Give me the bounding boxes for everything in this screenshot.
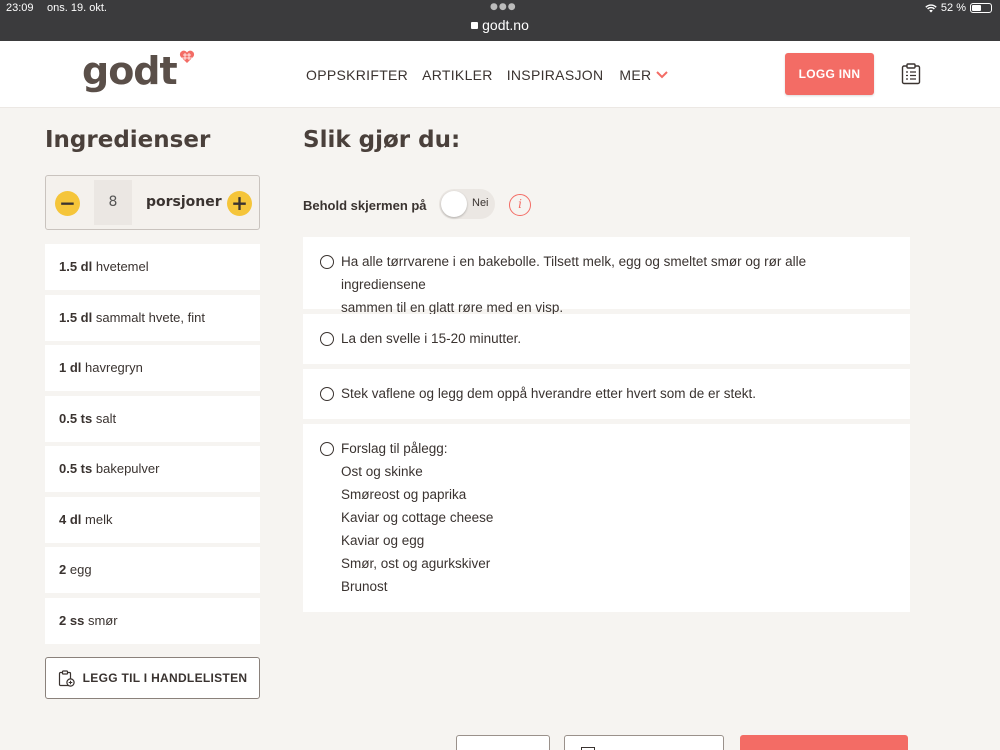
portions-stepper: − 8 porsjoner + <box>45 175 260 230</box>
step-line: Smør, ost og agurkskiver <box>341 556 491 571</box>
toggle-label: Nei <box>472 197 489 209</box>
ingredient-item: 4 dl melk <box>45 496 260 543</box>
step-checkbox[interactable] <box>320 255 334 269</box>
nav-inspirasjon[interactable]: INSPIRASJON <box>507 67 604 83</box>
ingredient-name: salt <box>95 410 117 426</box>
ingredient-amount: 1.5 dl <box>59 259 93 274</box>
ingredient-amount: 1.5 dl <box>59 309 93 325</box>
step-item[interactable]: Stek vaflene og legg dem oppå hverandre … <box>303 369 910 419</box>
step-line: Kaviar og cottage cheese <box>341 510 494 525</box>
step-line: Ost og skinke <box>341 464 423 479</box>
status-right: 52 % <box>925 2 992 14</box>
step-line: Stek vaflene og legg dem oppå hverandre … <box>341 386 756 401</box>
ingredient-amount: 1 dl <box>59 360 82 375</box>
ingredient-item: 0.5 ts bakepulver <box>45 446 260 492</box>
step-line: Kaviar og egg <box>341 533 425 548</box>
increase-portions-button[interactable]: + <box>227 191 252 216</box>
url-text: godt.no <box>482 17 529 33</box>
battery-icon <box>970 3 992 13</box>
ingredient-amount: 4 dl <box>59 511 82 527</box>
ingredient-name: egg <box>69 562 92 577</box>
ingredient-item: 1.5 dl hvetemel <box>45 244 260 290</box>
add-to-list-icon <box>58 669 75 687</box>
step-text: Ha alle tørrvarene i en bakebolle. Tilse… <box>341 250 892 319</box>
step-item[interactable]: La den svelle i 15-20 minutter. <box>303 314 910 364</box>
step-line: La den svelle i 15-20 minutter. <box>341 331 522 346</box>
add-to-shopping-list-button[interactable]: LEGG TIL I HANDLELISTEN <box>45 657 260 699</box>
ingredient-name: havregryn <box>85 360 143 375</box>
ingredient-name: bakepulver <box>95 461 160 476</box>
shopping-list-icon[interactable] <box>901 63 921 85</box>
more-dots-icon[interactable]: ●●● <box>490 2 517 12</box>
keep-screen-toggle[interactable]: Nei <box>439 189 495 219</box>
step-item[interactable]: Ha alle tørrvarene i en bakebolle. Tilse… <box>303 237 910 315</box>
ingredient-name: hvetemel <box>95 259 149 274</box>
heart-logo-icon <box>179 50 195 63</box>
portions-label: porsjoner <box>146 194 222 210</box>
ingredient-amount: 0.5 ts <box>59 410 93 426</box>
status-time: 23:09 <box>6 2 34 14</box>
ingredient-item: 1.5 dl sammalt hvete, fint <box>45 294 260 341</box>
toggle-knob <box>441 191 467 217</box>
wifi-icon <box>925 4 937 13</box>
decrease-portions-button[interactable]: − <box>55 191 80 216</box>
step-line: Forslag til pålegg: <box>341 441 448 456</box>
lock-icon <box>471 22 479 29</box>
step-text: Stek vaflene og legg dem oppå hverandre … <box>341 382 892 405</box>
chevron-down-icon <box>656 71 669 79</box>
ingredient-name: sammalt hvete, fint <box>95 309 205 325</box>
step-checkbox[interactable] <box>320 442 334 456</box>
ingredient-item: 1 dl havregryn <box>45 345 260 391</box>
ingredient-amount: 2 <box>59 562 67 577</box>
ingredient-name: melk <box>85 511 113 527</box>
step-text: La den svelle i 15-20 minutter. <box>341 327 892 350</box>
ingredients-title: Ingredienser <box>45 127 211 153</box>
nav-mer[interactable]: MER <box>619 67 669 83</box>
step-checkbox[interactable] <box>320 387 334 401</box>
ingredient-item: 0.5 ts salt <box>45 395 260 442</box>
login-button[interactable]: LOGG INN <box>785 53 874 95</box>
info-icon[interactable]: i <box>509 194 531 216</box>
action-button[interactable] <box>564 735 724 750</box>
step-item[interactable]: Forslag til pålegg: Ost og skinke Smøreo… <box>303 424 910 612</box>
keep-screen-label: Behold skjermen på <box>303 198 427 213</box>
ingredient-name: smør <box>87 612 118 628</box>
step-line: Brunost <box>341 579 388 594</box>
step-checkbox[interactable] <box>320 332 334 346</box>
step-text: Forslag til pålegg: Ost og skinke Smøreo… <box>341 437 892 598</box>
battery-percent: 52 % <box>940 2 966 14</box>
ingredient-amount: 2 ss <box>59 612 85 628</box>
action-button[interactable] <box>740 735 908 750</box>
status-date: ons. 19. okt. <box>47 2 107 14</box>
status-bar: 23:09 ons. 19. okt. ●●● godt.no 52 % <box>0 0 1000 41</box>
godt-logo[interactable]: godt <box>82 49 178 93</box>
main-nav: OPPSKRIFTER ARTIKLER INSPIRASJON MER <box>306 67 669 83</box>
steps-title: Slik gjør du: <box>303 127 461 153</box>
ingredient-amount: 0.5 ts <box>59 461 93 476</box>
ingredients-list: 1.5 dl hvetemel 1.5 dl sammalt hvete, fi… <box>45 244 260 648</box>
action-button[interactable] <box>456 735 550 750</box>
step-line: Smøreost og paprika <box>341 487 467 502</box>
ingredient-item: 2 ss smør <box>45 597 260 644</box>
nav-mer-label: MER <box>619 67 652 83</box>
nav-artikler[interactable]: ARTIKLER <box>422 67 493 83</box>
step-line: Ha alle tørrvarene i en bakebolle. Tilse… <box>341 254 807 292</box>
address-bar[interactable]: godt.no <box>0 17 1000 33</box>
add-to-list-label: LEGG TIL I HANDLELISTEN <box>82 671 248 685</box>
nav-oppskrifter[interactable]: OPPSKRIFTER <box>306 67 408 83</box>
ingredient-item: 2 egg <box>45 547 260 593</box>
portions-count[interactable]: 8 <box>94 180 132 225</box>
site-header: godt OPPSKRIFTER ARTIKLER INSPIRASJON ME… <box>0 41 1000 108</box>
